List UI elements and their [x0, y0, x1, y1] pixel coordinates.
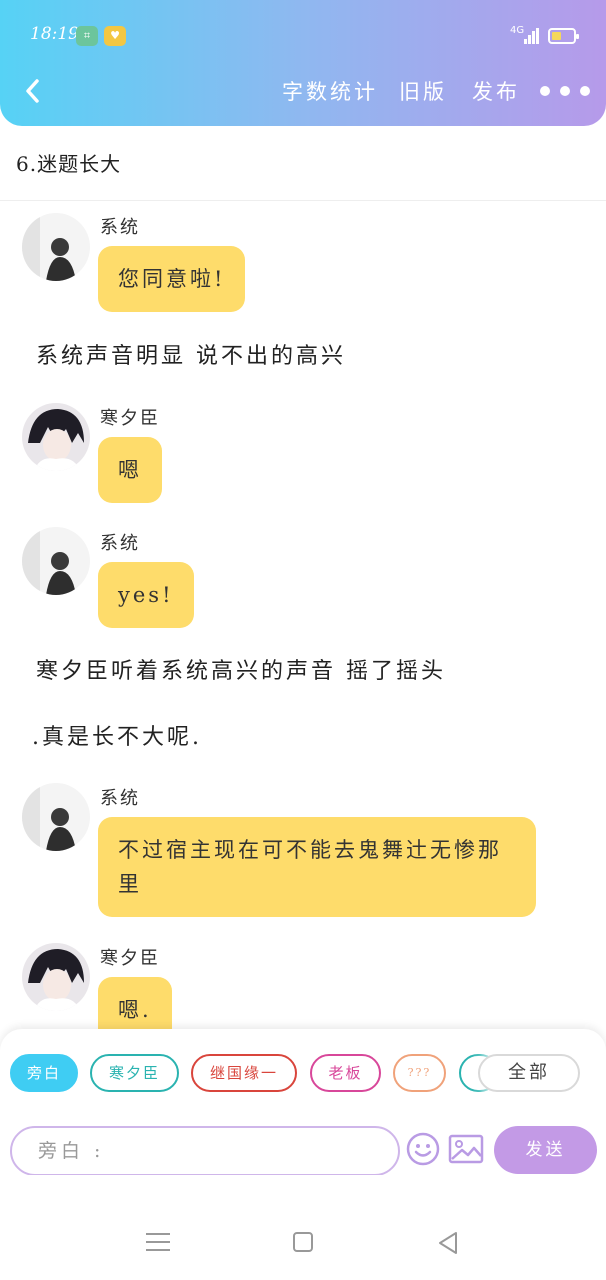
system-avatar-icon: [22, 783, 90, 851]
role-chip-boss[interactable]: 老板: [310, 1054, 381, 1092]
image-icon: [448, 1134, 484, 1164]
role-chip-hanxichen[interactable]: 寒夕臣: [90, 1054, 179, 1092]
speaker-name: 系统: [100, 217, 140, 238]
insert-image-button[interactable]: [448, 1134, 484, 1164]
avatar-hanxichen[interactable]: [22, 943, 90, 1011]
menu-icon[interactable]: [146, 1233, 170, 1251]
message-bubble[interactable]: 嗯: [98, 437, 162, 503]
speaker-name: 系统: [100, 533, 140, 554]
role-chip-narrator[interactable]: 旁白: [10, 1054, 78, 1092]
character-avatar-icon: [22, 943, 90, 1011]
narration-text[interactable]: 寒夕臣听着系统高兴的声音 摇了摇头: [36, 653, 446, 685]
avatar-system[interactable]: [22, 213, 90, 281]
role-chip-jiguoyuanyi[interactable]: 继国缘一: [191, 1054, 297, 1092]
message-bubble[interactable]: 您同意啦!: [98, 246, 246, 312]
signal-icon: [524, 28, 540, 44]
publish-button[interactable]: 发布: [472, 76, 520, 106]
message-bubble[interactable]: 嗯.: [98, 977, 172, 1029]
app-notification-icon: ⌗: [76, 26, 98, 46]
top-bar: 18:19 ⌗ ♥ 4G 字数统计 旧版 发布: [0, 0, 606, 126]
status-time: 18:19: [30, 24, 79, 44]
system-avatar-icon: [22, 527, 90, 595]
send-button[interactable]: 发送: [494, 1126, 597, 1174]
composer-panel: 旁白 寒夕臣 继国缘一 老板 ??? 全部 旁白 : 发送: [0, 1029, 606, 1176]
status-bar: 18:19 ⌗ ♥ 4G: [0, 0, 606, 70]
battery-icon: [548, 28, 579, 44]
system-navigation-bar: [0, 1175, 606, 1280]
narration-text[interactable]: .真是长不大呢.: [32, 719, 202, 751]
speaker-name: 寒夕臣: [100, 408, 160, 429]
word-count-button[interactable]: 字数统计: [282, 76, 378, 106]
smiley-icon: [406, 1132, 440, 1166]
avatar-system[interactable]: [22, 783, 90, 851]
system-avatar-icon: [22, 213, 90, 281]
speaker-name: 寒夕臣: [100, 948, 160, 969]
message-bubble[interactable]: yes!: [98, 562, 194, 628]
old-version-button[interactable]: 旧版: [399, 76, 447, 106]
back-triangle-icon[interactable]: [436, 1231, 460, 1255]
chat-list[interactable]: 系统 您同意啦! 系统声音明显 说不出的高兴 寒夕臣 嗯 系统 yes! 寒夕臣…: [0, 201, 606, 1029]
all-roles-button[interactable]: 全部: [478, 1054, 580, 1092]
more-button[interactable]: [540, 80, 592, 104]
home-square-icon[interactable]: [293, 1232, 313, 1252]
network-type: 4G: [510, 25, 525, 36]
chevron-left-icon: [26, 79, 39, 103]
dialogue-input[interactable]: 旁白 :: [10, 1126, 400, 1176]
avatar-hanxichen[interactable]: [22, 403, 90, 471]
message-bubble[interactable]: 不过宿主现在可不能去鬼舞辻无惨那里: [98, 817, 536, 917]
chapter-title[interactable]: 6.迷题长大: [16, 148, 121, 177]
more-dots-icon: [540, 86, 550, 96]
back-button[interactable]: [18, 74, 48, 108]
avatar-system[interactable]: [22, 527, 90, 595]
app-notification-icon: ♥: [104, 26, 126, 46]
emoji-button[interactable]: [406, 1132, 440, 1166]
speaker-name: 系统: [100, 788, 140, 809]
character-avatar-icon: [22, 403, 90, 471]
role-chip-unknown[interactable]: ???: [393, 1054, 446, 1092]
narration-text[interactable]: 系统声音明显 说不出的高兴: [36, 338, 346, 370]
